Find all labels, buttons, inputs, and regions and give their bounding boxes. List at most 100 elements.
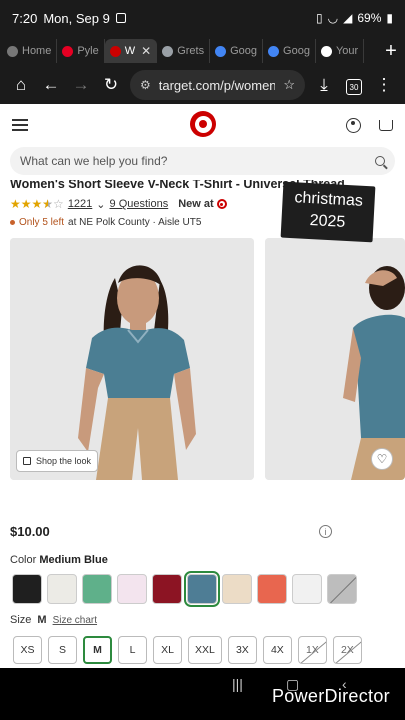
tab-target-active[interactable]: W ✕ (104, 39, 158, 63)
tab-google-1[interactable]: Goog (210, 39, 264, 63)
info-icon[interactable]: i (319, 525, 332, 538)
shop-the-look-label: Shop the look (36, 456, 92, 466)
search-placeholder: What can we help you find? (20, 154, 168, 168)
signal-icon: ◢ (343, 11, 353, 25)
stock-warning: Only 5 left (19, 217, 65, 228)
back-icon[interactable]: ← (36, 75, 66, 95)
tab-label: W (124, 45, 136, 57)
wifi-icon: ◡ (327, 11, 339, 25)
color-swatches (12, 571, 357, 607)
status-bar: 7:20 Mon, Sep 9 ▯ ◡ ◢ 69% ▮ (0, 0, 405, 36)
color-swatch[interactable] (12, 574, 42, 604)
tab-home[interactable]: Home (2, 39, 58, 63)
clock: 7:20 (12, 10, 38, 26)
new-at-label: New at (178, 198, 214, 210)
size-option[interactable]: 3X (227, 636, 257, 664)
tab-strip: Home Pyle W ✕ Grets Goog Goog Your + (0, 36, 405, 66)
home-icon[interactable]: ⌂ (6, 75, 36, 95)
size-label: Size (10, 614, 32, 626)
size-option-unavailable[interactable]: 1X (297, 636, 327, 664)
google-icon (268, 45, 280, 57)
globe-icon (162, 45, 174, 57)
battery-icon: ▮ (386, 11, 393, 25)
stock-status: Only 5 left at NE Polk County · Aisle UT… (10, 217, 201, 228)
site-header (0, 104, 405, 146)
new-at-badge: New at (178, 198, 227, 210)
download-icon[interactable]: ⤓ (309, 75, 339, 95)
size-selector-label: Size M Size chart (10, 614, 97, 626)
url-text[interactable]: target.com/p/women- (159, 78, 276, 93)
size-option-unavailable[interactable]: 2X (332, 636, 362, 664)
hamburger-menu-icon[interactable] (12, 119, 28, 131)
menu-icon[interactable]: ⋮ (369, 75, 399, 95)
google-icon (215, 45, 227, 57)
tab-label: Grets (177, 45, 205, 57)
tab-label: Home (22, 45, 52, 57)
color-swatch-unavailable[interactable] (327, 574, 357, 604)
tab-grets[interactable]: Grets (157, 39, 211, 63)
color-swatch[interactable] (222, 574, 252, 604)
color-swatch[interactable] (47, 574, 77, 604)
target-logo-icon[interactable] (190, 111, 216, 137)
selected-color-value: Medium Blue (39, 554, 108, 566)
rating-count-link[interactable]: 1221 (68, 198, 92, 210)
chevron-down-icon[interactable]: ⌄ (96, 198, 105, 211)
color-swatch[interactable] (117, 574, 147, 604)
model-illustration (10, 238, 254, 480)
reload-icon[interactable]: ↻ (96, 75, 126, 95)
pinterest-icon (62, 45, 74, 57)
size-option[interactable]: XL (153, 636, 182, 664)
bookmark-star-icon[interactable]: ☆ (283, 77, 295, 93)
color-swatch[interactable] (82, 574, 112, 604)
close-tab-icon[interactable]: ✕ (141, 44, 151, 58)
selected-size-value: M (37, 614, 47, 626)
tab-label: Goog (283, 45, 310, 57)
search-icon[interactable] (375, 156, 385, 166)
account-icon[interactable] (346, 117, 361, 133)
browser-toolbar: ⌂ ← → ↻ ⚙ target.com/p/women- ☆ ⤓ 30 ⋮ (0, 66, 405, 104)
tab-amazon[interactable]: Your (316, 39, 365, 63)
recent-apps-icon[interactable]: ||| (232, 676, 243, 692)
christmas-sticker-overlay: christmas 2025 (280, 181, 376, 243)
size-option[interactable]: XXL (188, 636, 222, 664)
ratings-row: ★★★★★☆ 1221 ⌄ 9 Questions New at (10, 196, 227, 212)
size-option[interactable]: L (118, 636, 147, 664)
tab-pinterest[interactable]: Pyle (57, 39, 105, 63)
tab-label: Your (335, 45, 359, 57)
address-bar[interactable]: ⚙ target.com/p/women- ☆ (130, 70, 305, 100)
site-settings-icon[interactable]: ⚙ (140, 78, 151, 92)
tab-count: 30 (346, 79, 362, 96)
size-chart-link[interactable]: Size chart (53, 615, 97, 626)
target-mini-logo-icon (216, 199, 227, 209)
tab-label: Goog (230, 45, 258, 57)
model-back-illustration (265, 238, 405, 480)
forward-icon[interactable]: → (66, 75, 96, 95)
size-option[interactable]: 4X (262, 636, 292, 664)
status-icons: ▯ ◡ ◢ 69% ▮ (316, 11, 393, 25)
date: Mon, Sep 9 (43, 10, 110, 26)
favorite-heart-icon[interactable]: ♡ (371, 448, 393, 470)
target-favicon-icon (109, 45, 121, 57)
size-option-selected[interactable]: M (83, 636, 112, 664)
cart-icon[interactable] (379, 119, 393, 131)
product-image-back[interactable]: ♡ (265, 238, 405, 480)
size-option[interactable]: S (48, 636, 77, 664)
web-page: What can we help you find? Women's Short… (0, 104, 405, 668)
product-image-main[interactable]: Shop the look (10, 238, 254, 480)
color-swatch[interactable] (292, 574, 322, 604)
color-swatch[interactable] (152, 574, 182, 604)
size-option[interactable]: XS (13, 636, 42, 664)
rating-stars-icon[interactable]: ★★★★★☆ (10, 197, 64, 211)
color-swatch-selected[interactable] (184, 571, 220, 607)
tab-switcher-button[interactable]: 30 (339, 75, 369, 96)
amazon-icon (320, 45, 332, 57)
search-input[interactable]: What can we help you find? (10, 147, 395, 175)
gallery-notification-icon (115, 13, 126, 23)
new-tab-button[interactable]: + (377, 40, 405, 63)
powerdirector-watermark: PowerDirector (272, 686, 390, 706)
shop-the-look-button[interactable]: Shop the look (16, 450, 99, 472)
tab-google-2[interactable]: Goog (263, 39, 316, 63)
questions-link[interactable]: 9 Questions (110, 198, 169, 210)
product-price: $10.00 (10, 524, 50, 539)
color-swatch[interactable] (257, 574, 287, 604)
